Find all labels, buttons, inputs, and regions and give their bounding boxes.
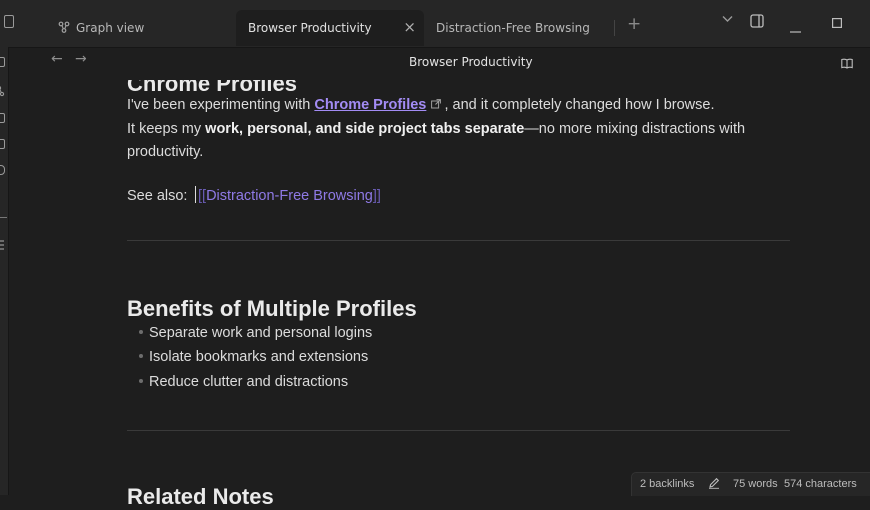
heading-benefits: Benefits of Multiple Profiles (127, 296, 417, 321)
see-also-line: See also: [[Distraction-Free Browsing]] (127, 186, 381, 204)
bullet-dot (139, 330, 143, 334)
backlinks-count[interactable]: 2 backlinks (640, 478, 694, 490)
word-count: 75 words (733, 478, 778, 490)
horizontal-rule (127, 240, 790, 241)
pencil-icon[interactable] (708, 477, 720, 492)
bullet-dot (139, 354, 143, 358)
list-item: Reduce clutter and distractions (139, 374, 348, 390)
character-count: 574 characters (784, 478, 857, 490)
bullet-dot (139, 379, 143, 383)
text-cursor (194, 186, 196, 203)
heading-related-notes: Related Notes (127, 484, 274, 509)
external-link-icon (428, 99, 444, 112)
status-bar: 2 backlinks 75 words 574 characters (631, 472, 870, 496)
list-item: Isolate bookmarks and extensions (139, 349, 368, 365)
note-content[interactable]: Chrome Profiles I've been experimenting … (0, 0, 870, 509)
horizontal-rule (127, 430, 790, 431)
distraction-free-browsing-link[interactable]: Distraction-Free Browsing (206, 188, 373, 204)
list-item: Separate work and personal logins (139, 325, 372, 341)
paragraph-intro: I've been experimenting with Chrome Prof… (127, 97, 746, 160)
chrome-profiles-link[interactable]: Chrome Profiles (314, 97, 426, 113)
